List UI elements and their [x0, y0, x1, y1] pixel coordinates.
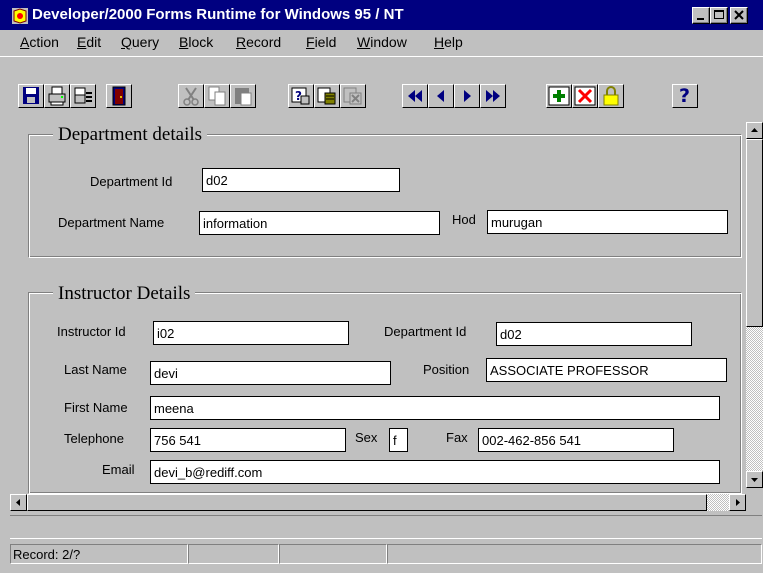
- delete-icon: [574, 86, 596, 106]
- last-name-field[interactable]: devi: [150, 361, 391, 385]
- instructor-id-label: Instructor Id: [57, 324, 126, 339]
- help-icon: ?: [679, 85, 691, 107]
- menu-block[interactable]: Block: [179, 34, 213, 50]
- cancel-query-button[interactable]: [340, 84, 366, 108]
- menu-record[interactable]: Record: [236, 34, 281, 50]
- sex-label: Sex: [355, 430, 378, 445]
- hod-field[interactable]: murugan: [487, 210, 728, 234]
- previous-record-button[interactable]: [428, 84, 454, 108]
- left-arrow-icon: [437, 90, 444, 102]
- department-name-field[interactable]: information: [199, 211, 440, 235]
- down-arrow-icon: [751, 478, 758, 482]
- maximize-button[interactable]: [710, 7, 728, 24]
- paste-button[interactable]: [230, 84, 256, 108]
- last-record-button[interactable]: [480, 84, 506, 108]
- record-status-text: Record: 2/?: [13, 547, 81, 562]
- sex-field[interactable]: f: [389, 428, 408, 452]
- execute-query-button[interactable]: [314, 84, 340, 108]
- first-name-label: First Name: [64, 400, 128, 415]
- cut-button[interactable]: [178, 84, 204, 108]
- first-record-button[interactable]: [402, 84, 428, 108]
- help-button[interactable]: ?: [672, 84, 698, 108]
- app-icon[interactable]: [12, 8, 28, 24]
- position-field[interactable]: ASSOCIATE PROFESSOR: [486, 358, 727, 382]
- lock-icon: [603, 86, 619, 106]
- print-setup-icon: [74, 87, 92, 104]
- fax-label: Fax: [446, 430, 468, 445]
- print-setup-button[interactable]: [70, 84, 96, 108]
- status-cell-4: [387, 544, 762, 564]
- save-icon: [23, 87, 39, 104]
- message-line: [10, 515, 762, 539]
- instructor-id-field[interactable]: i02: [153, 321, 349, 345]
- maximize-icon: [714, 10, 724, 19]
- vertical-scroll-thumb[interactable]: [746, 139, 763, 327]
- instructor-title: Instructor Details: [53, 283, 196, 305]
- menu-window[interactable]: Window: [357, 34, 407, 50]
- scroll-up-button[interactable]: [746, 122, 763, 139]
- insert-record-button[interactable]: [546, 84, 572, 108]
- department-id-field[interactable]: d02: [202, 168, 400, 192]
- left-arrow-icon: [16, 499, 20, 506]
- menu-help[interactable]: Help: [434, 34, 463, 50]
- telephone-field[interactable]: 756 541: [150, 428, 346, 452]
- execute-query-icon: [317, 87, 336, 105]
- exit-button[interactable]: [106, 84, 132, 108]
- instructor-department-id-label: Department Id: [384, 324, 467, 339]
- status-cell-2: [188, 544, 279, 564]
- scissors-icon: [183, 87, 199, 106]
- menu-action-label: ction: [29, 34, 59, 50]
- department-frame: [28, 134, 742, 258]
- hod-label: Hod: [452, 212, 476, 227]
- menu-query[interactable]: Query: [121, 34, 159, 50]
- up-arrow-icon: [751, 128, 758, 132]
- minimize-icon: [697, 18, 704, 20]
- department-title: Department details: [53, 124, 208, 146]
- lock-record-button[interactable]: [598, 84, 624, 108]
- enter-query-button[interactable]: ?: [288, 84, 314, 108]
- scroll-right-button[interactable]: [729, 494, 746, 511]
- cancel-query-icon: [343, 87, 362, 105]
- close-icon: [734, 10, 744, 20]
- delete-record-button[interactable]: [572, 84, 598, 108]
- last-name-label: Last Name: [64, 362, 127, 377]
- instructor-department-id-field[interactable]: d02: [496, 322, 692, 346]
- copy-icon: [208, 86, 226, 106]
- close-button[interactable]: [730, 7, 748, 24]
- fast-forward-icon: [486, 90, 500, 102]
- plus-icon: [548, 86, 570, 106]
- menu-edit[interactable]: Edit: [77, 34, 101, 50]
- menu-field[interactable]: Field: [306, 34, 336, 50]
- horizontal-scroll-thumb[interactable]: [27, 494, 707, 511]
- print-icon: [48, 86, 66, 106]
- status-cell-3: [279, 544, 387, 564]
- first-name-field[interactable]: meena: [150, 396, 720, 420]
- copy-button[interactable]: [204, 84, 230, 108]
- window-title: Developer/2000 Forms Runtime for Windows…: [32, 6, 404, 23]
- minimize-button[interactable]: [692, 7, 710, 24]
- enter-query-icon: ?: [291, 87, 310, 105]
- position-label: Position: [423, 362, 470, 377]
- door-icon: [112, 86, 126, 106]
- record-status: Record: 2/?: [10, 544, 188, 564]
- menu-action[interactable]: Action: [20, 34, 59, 50]
- right-arrow-icon: [736, 499, 740, 506]
- save-button[interactable]: [18, 84, 44, 108]
- department-name-label: Department Name: [58, 215, 165, 230]
- next-record-button[interactable]: [454, 84, 480, 108]
- rewind-icon: [408, 90, 422, 102]
- scroll-down-button[interactable]: [746, 471, 763, 488]
- print-button[interactable]: [44, 84, 70, 108]
- scroll-left-button[interactable]: [10, 494, 27, 511]
- fax-field[interactable]: 002-462-856 541: [478, 428, 674, 452]
- department-id-label: Department Id: [90, 174, 173, 189]
- email-field[interactable]: devi_b@rediff.com: [150, 460, 720, 484]
- paste-icon: [235, 88, 252, 106]
- telephone-label: Telephone: [64, 431, 124, 446]
- email-label: Email: [102, 462, 135, 477]
- right-arrow-icon: [464, 90, 471, 102]
